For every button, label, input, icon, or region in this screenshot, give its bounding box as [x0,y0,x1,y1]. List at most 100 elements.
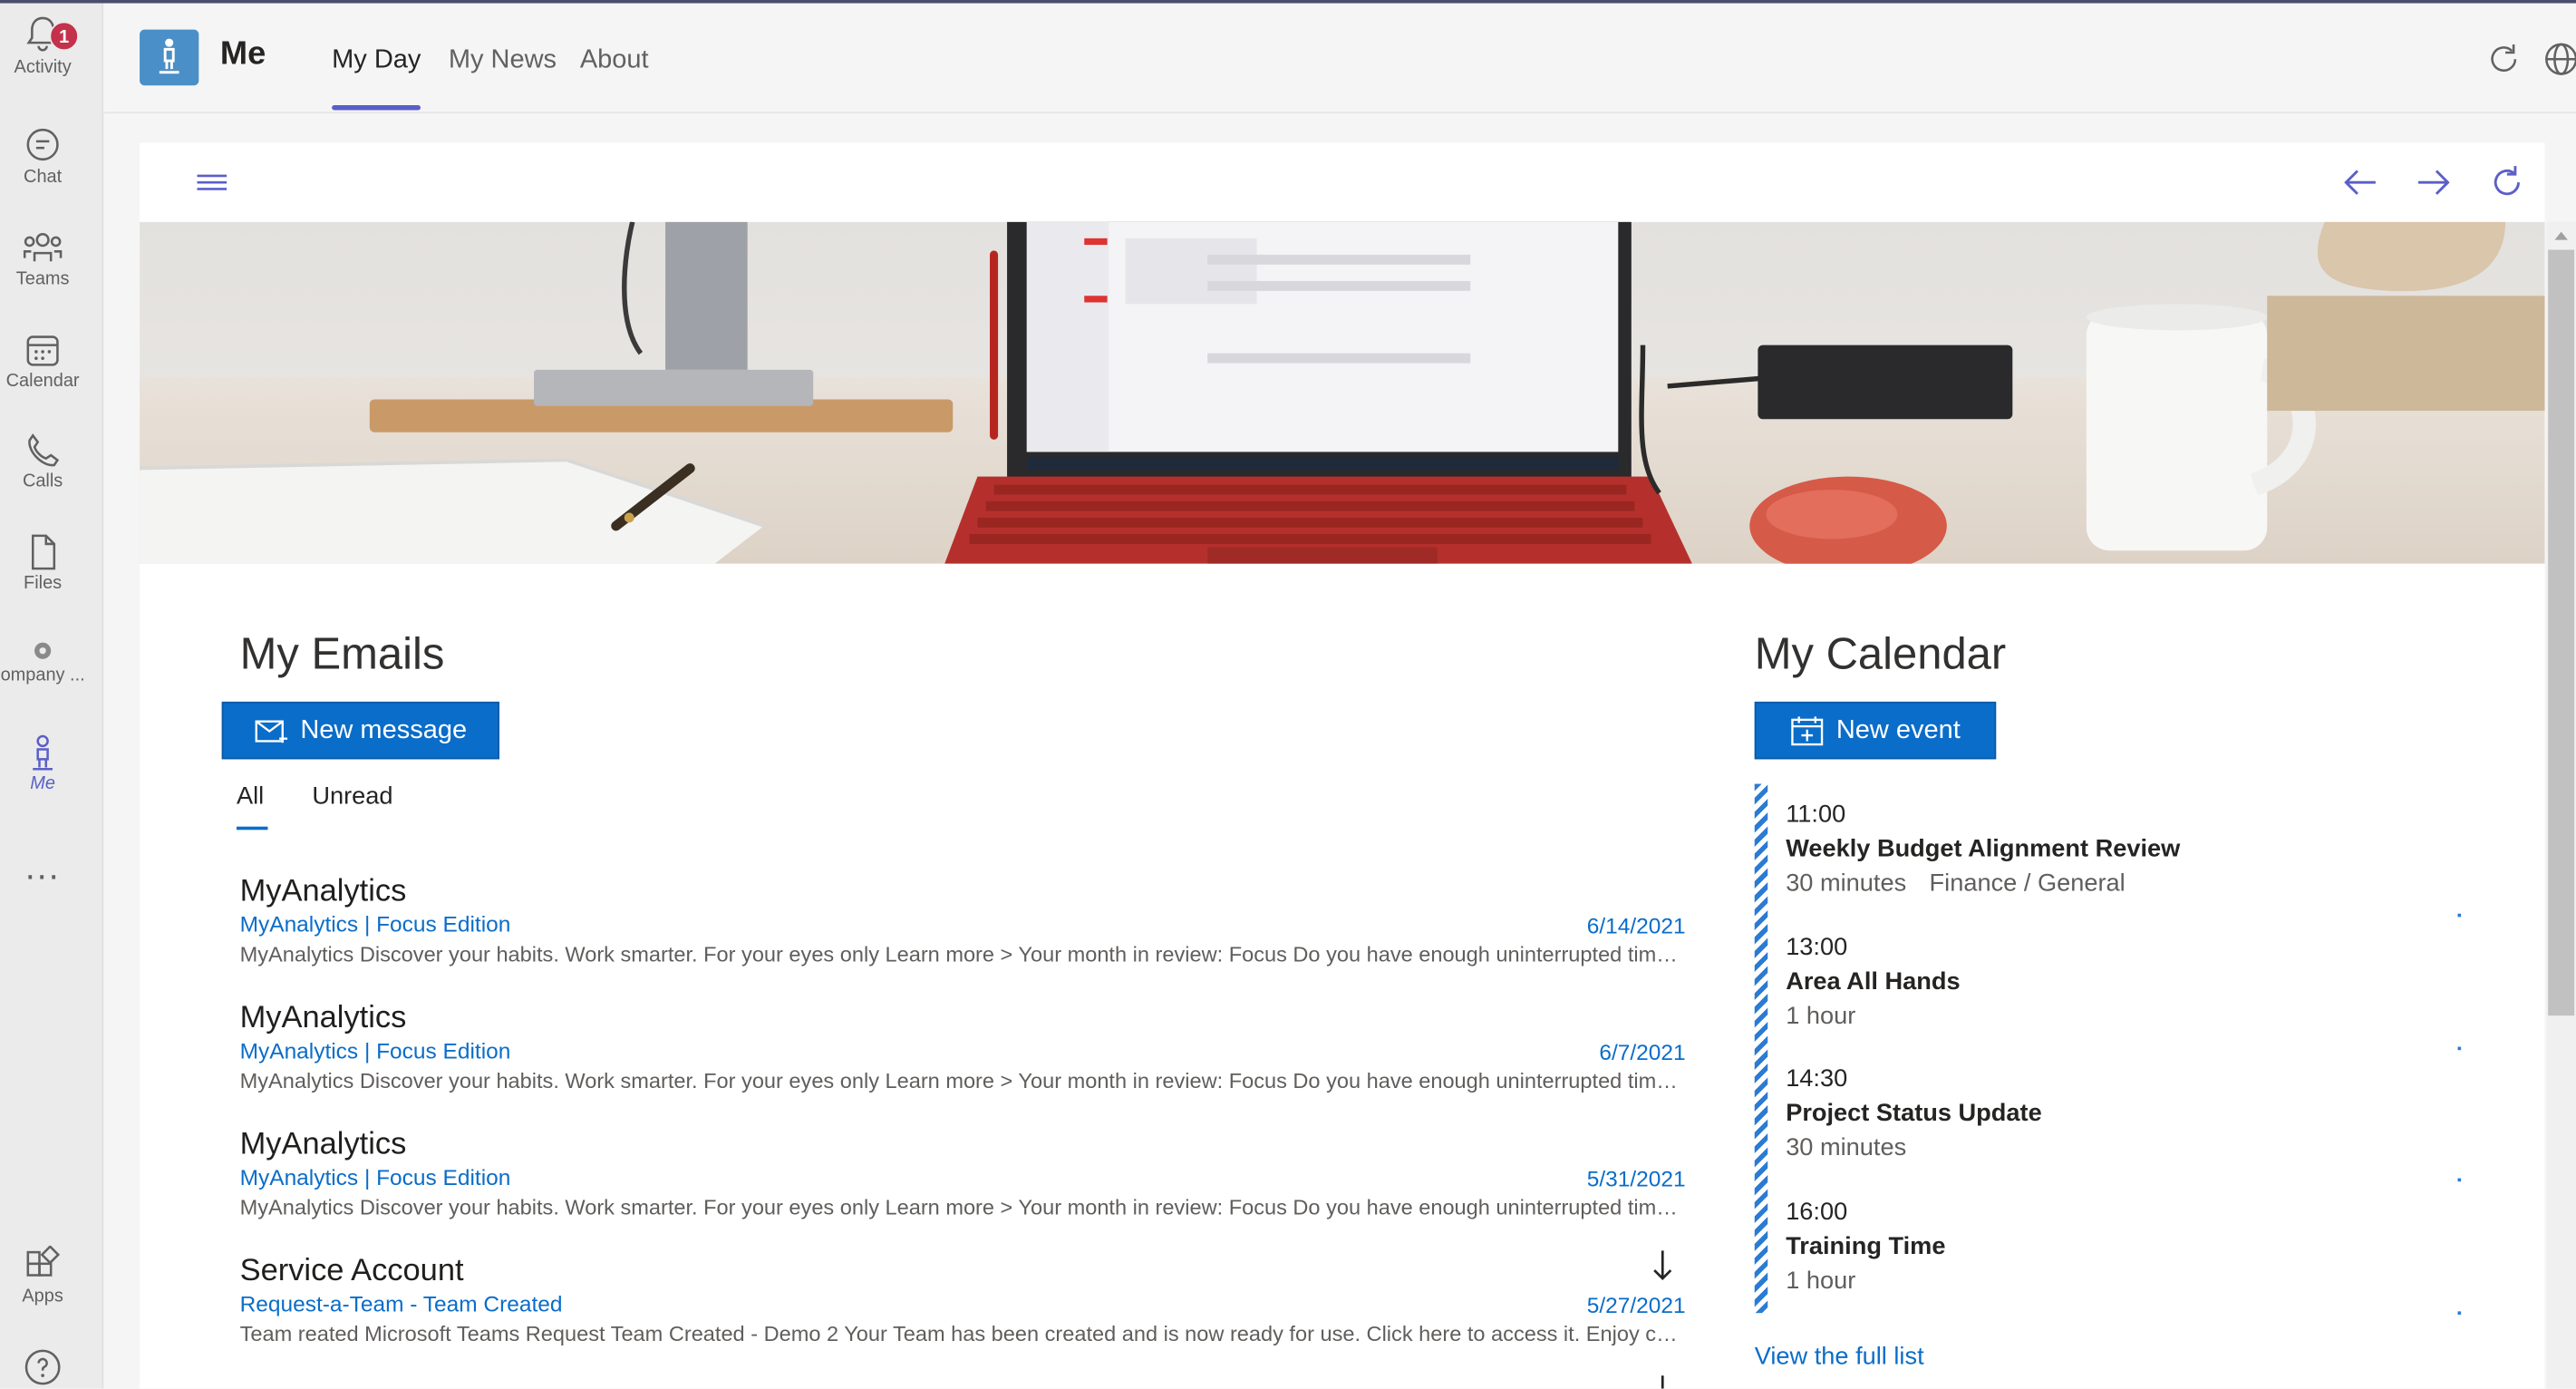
rail-chat-label: Chat [24,167,63,188]
event-time: 11:00 [1786,800,1846,829]
email-sender: Service Account [239,1253,464,1288]
rail-me[interactable]: Me [0,733,85,795]
email-item[interactable]: MyAnalytics MyAnalytics | Focus Edition … [240,874,1686,969]
app-logo [140,29,199,86]
event-title: Area All Hands [1786,967,1961,996]
calendar-event[interactable]: 16:00 Training Time 1 hour [1786,1197,2475,1298]
view-full-list-link[interactable]: View the full list [1755,1343,1924,1371]
email-sender: MyAnalytics [239,874,407,909]
active-filter-indicator [237,826,268,830]
email-sender: MyAnalytics [239,1127,407,1162]
email-subject[interactable]: MyAnalytics | Focus Edition [240,1037,1686,1067]
email-subject[interactable]: MyAnalytics | Focus Edition [240,1163,1686,1193]
scroll-up-icon[interactable] [2552,227,2571,243]
calendar-add-icon [1790,715,1823,745]
event-time: 13:00 [1786,933,1848,962]
company-app-icon [34,642,52,659]
rail-calendar[interactable]: Calendar [0,330,85,393]
email-subject[interactable]: MyAnalytics | Focus Edition [240,910,1686,940]
app-title: Me [219,35,266,73]
email-date: 5/31/2021 [1586,1166,1686,1192]
teams-icon [23,233,63,262]
rail-activity-label: Activity [14,57,72,78]
phone-icon [28,433,60,467]
tab-my-news[interactable]: My News [449,46,557,76]
app-header: Me My Day My News About [103,3,2576,114]
reload-icon[interactable] [2485,41,2522,77]
rail-calendar-label: Calendar [5,371,80,392]
email-item[interactable]: Service Account Request-a-Team - Team Cr… [240,1254,1686,1349]
rail-me-label: Me [30,773,55,794]
app-rail: 1 Activity Chat Teams Calendar Calls Fil… [0,3,104,1389]
content-pane: My Emails New message All Unread MyAnaly… [140,142,2545,1389]
tab-my-day[interactable]: My Day [332,46,421,76]
down-arrow-icon[interactable] [1650,1248,1676,1284]
email-item[interactable]: MyAnalytics MyAnalytics | Focus Edition … [240,1001,1686,1096]
rail-files[interactable]: Files [0,532,85,595]
email-item[interactable]: MyAnalytics MyAnalytics | Focus Edition … [240,1127,1686,1222]
more-apps-icon[interactable]: ... [0,846,85,889]
event-dot [2457,1046,2462,1051]
rail-company-label: ompany ... [0,665,85,685]
rail-chat[interactable]: Chat [0,127,85,189]
content-toolbar [140,142,2545,222]
refresh-icon[interactable] [2487,162,2527,202]
event-duration: 30 minutes [1786,1133,1907,1162]
tab-about[interactable]: About [580,46,649,76]
event-duration: 1 hour [1786,1267,1856,1296]
email-date: 6/14/2021 [1586,913,1686,938]
email-preview: MyAnalytics Discover your habits. Work s… [239,941,1686,966]
event-duration: 1 hour [1786,1002,1856,1031]
calendar-event[interactable]: 13:00 Area All Hands 1 hour [1786,932,2475,1034]
emails-section-title: My Emails [239,629,445,679]
rail-calls-label: Calls [22,471,63,491]
rail-company[interactable]: ompany ... [0,637,85,686]
chat-icon [26,128,59,161]
file-icon [31,534,56,570]
hero-banner-image [140,221,2545,564]
event-time: 16:00 [1786,1198,1848,1227]
email-date: 5/27/2021 [1586,1293,1686,1318]
email-subject[interactable]: Request-a-Team - Team Created [240,1290,1686,1320]
event-dot [2457,913,2462,918]
help-icon [24,1349,61,1385]
rail-teams-label: Teams [15,269,70,289]
apps-icon [26,1245,61,1277]
event-location: Finance / General [1929,869,2126,898]
email-sender: MyAnalytics [239,1000,407,1035]
teams-window: 1 Activity Chat Teams Calendar Calls Fil… [0,0,2576,1389]
mail-icon [255,719,287,743]
email-preview: MyAnalytics Discover your habits. Work s… [239,1194,1686,1219]
new-event-button[interactable]: New event [1754,701,1997,760]
event-time: 14:30 [1786,1064,1848,1093]
scrollbar-thumb[interactable] [2548,249,2575,1016]
event-title: Project Status Update [1786,1099,2042,1128]
rail-activity[interactable]: 1 Activity [0,14,85,80]
forward-arrow-icon[interactable] [2414,162,2454,202]
down-arrow-icon[interactable] [1650,1375,1676,1389]
active-tab-indicator [332,105,421,111]
filter-unread[interactable]: Unread [312,782,392,811]
rail-apps[interactable]: Apps [0,1245,85,1308]
new-event-label: New event [1835,715,1961,744]
person-icon [159,38,179,74]
activity-badge: 1 [49,21,79,52]
rail-calls[interactable]: Calls [0,431,85,493]
new-message-button[interactable]: New message [221,701,499,760]
hamburger-menu-icon[interactable] [196,170,228,196]
filter-all[interactable]: All [237,782,264,811]
rail-teams[interactable]: Teams [0,228,85,291]
back-arrow-icon[interactable] [2341,162,2381,202]
calendar-event[interactable]: 11:00 Weekly Budget Alignment Review 30 … [1786,799,2475,900]
new-message-label: New message [300,715,468,744]
person-icon [33,734,53,771]
calendar-event[interactable]: 14:30 Project Status Update 30 minutes [1786,1064,2475,1165]
event-duration: 30 minutes [1786,869,1907,898]
calendar-timeline-stripe [1754,783,1768,1314]
email-preview: MyAnalytics Discover your habits. Work s… [239,1068,1686,1093]
calendar-icon [26,335,59,366]
globe-icon[interactable] [2543,41,2576,77]
email-date: 6/7/2021 [1599,1040,1686,1065]
help-button[interactable] [0,1347,85,1387]
event-title: Weekly Budget Alignment Review [1786,834,2181,863]
